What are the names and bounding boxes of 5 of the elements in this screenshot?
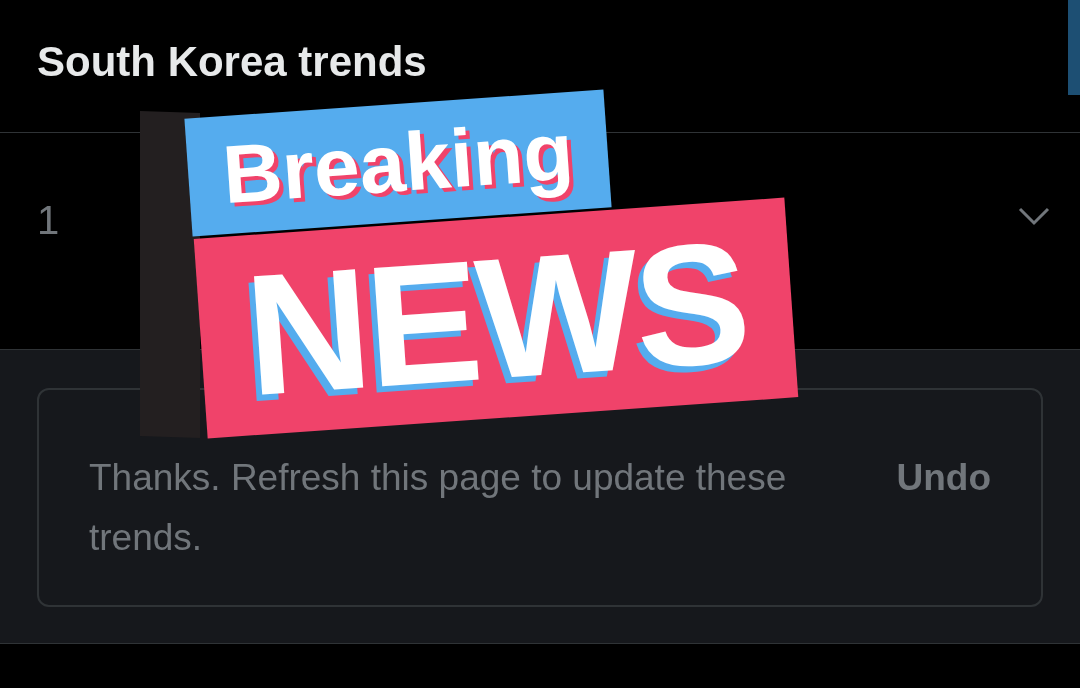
section-title: South Korea trends [37, 38, 427, 86]
notice-message: Thanks. Refresh this page to update these trends. [89, 456, 788, 560]
chevron-down-icon[interactable] [1018, 206, 1050, 226]
undo-button[interactable]: Undo [896, 448, 991, 508]
trend-rank: 1 [37, 198, 60, 243]
